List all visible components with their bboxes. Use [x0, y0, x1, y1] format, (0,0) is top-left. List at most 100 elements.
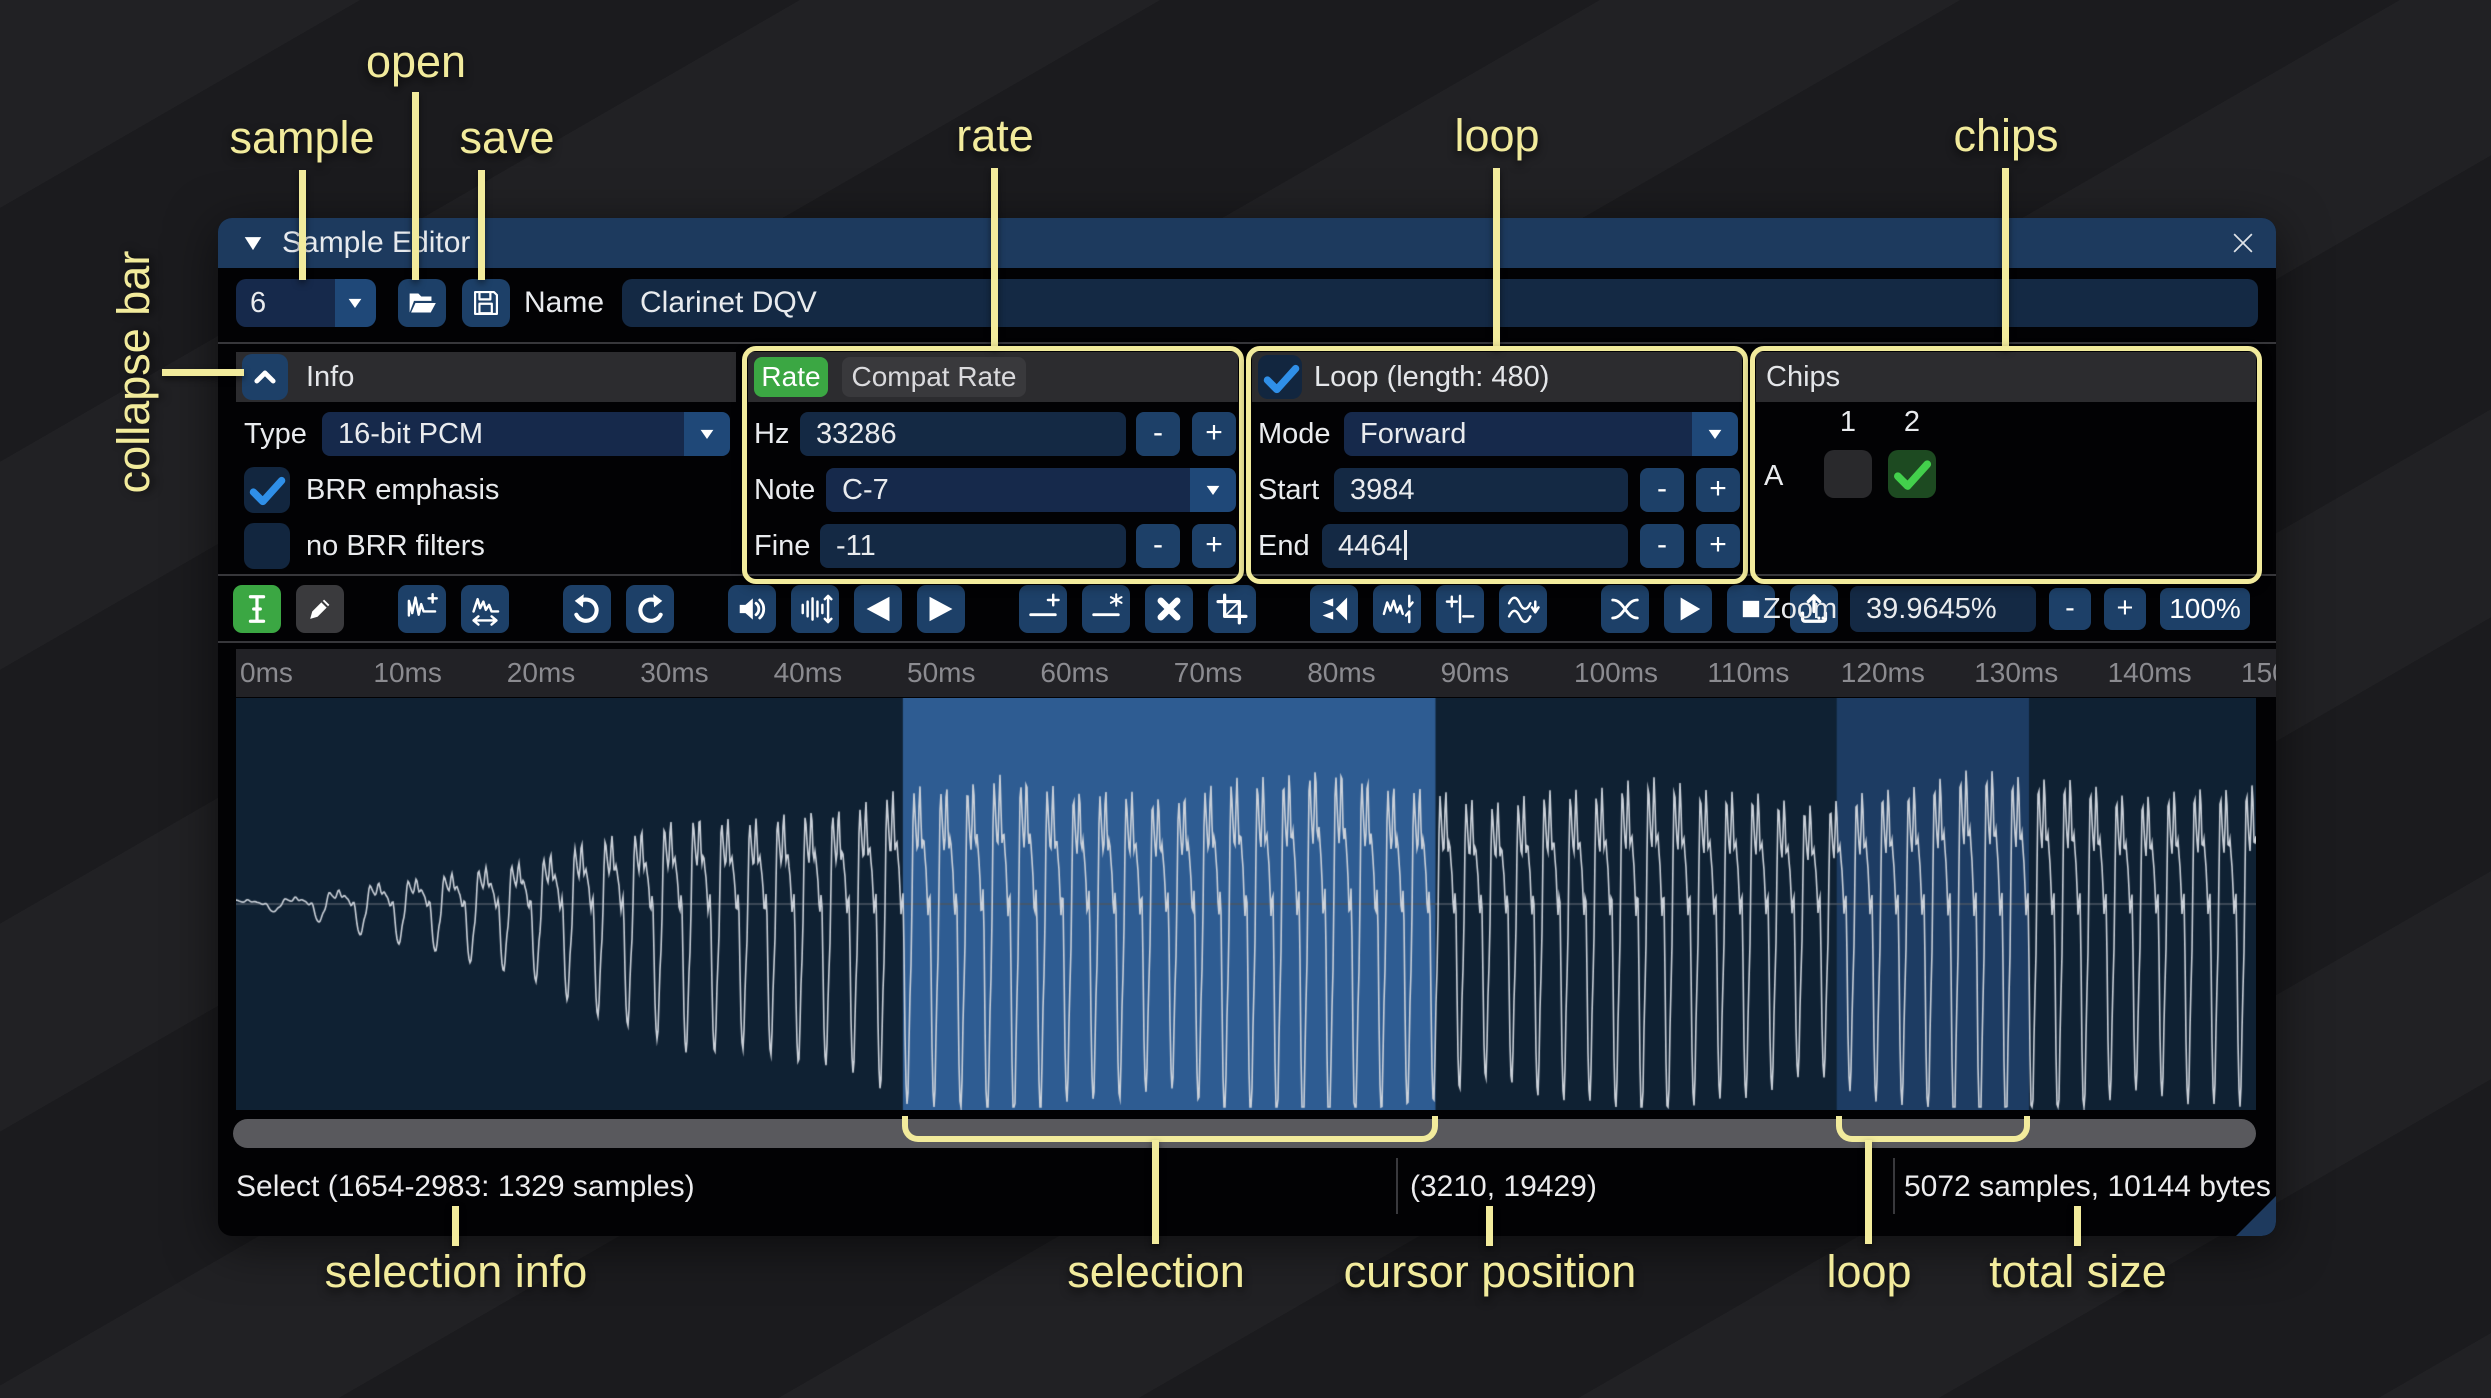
folder-open-icon — [406, 287, 438, 319]
toolbar-filter-button[interactable] — [1499, 585, 1547, 633]
window-collapse-triangle-icon[interactable] — [240, 230, 266, 256]
separator — [218, 342, 2276, 344]
chevron-down-icon — [345, 293, 365, 313]
wave-plus-icon — [404, 591, 440, 627]
toolbar-resize-button[interactable] — [398, 585, 446, 633]
crossfade-icon — [1607, 591, 1643, 627]
hz-input[interactable]: 33286 — [800, 412, 1126, 456]
toolbar-amplify-button[interactable] — [728, 585, 776, 633]
sample-type-select[interactable]: 16-bit PCM — [322, 412, 730, 456]
note-value: C-7 — [826, 468, 1190, 512]
undo-icon — [569, 591, 605, 627]
loop-start-increment-button[interactable]: + — [1696, 468, 1740, 512]
ruler-label: 10ms — [373, 657, 442, 688]
wave-height-icon — [797, 591, 833, 627]
loop-end-increment-button[interactable]: + — [1696, 524, 1740, 568]
name-label: Name — [524, 286, 605, 319]
loop-mode-value: Forward — [1344, 412, 1692, 456]
loop-panel-header: Loop (length: 480) — [1252, 352, 1742, 402]
annotation-open: open — [365, 36, 467, 87]
toolbar-draw-button[interactable] — [296, 585, 344, 633]
check-icon — [1888, 450, 1936, 498]
fine-label: Fine — [754, 530, 811, 562]
sample-editor-window: Sample Editor 6 Name Clarinet DQV Info T… — [218, 218, 2276, 1236]
collapse-bar-button[interactable] — [242, 354, 288, 400]
mode-label: Mode — [1258, 418, 1331, 450]
toolbar-normalize-button[interactable] — [791, 585, 839, 633]
loop-mode-select[interactable]: Forward — [1344, 412, 1738, 456]
play-icon — [1670, 591, 1706, 627]
chip-column-label: 2 — [1903, 406, 1921, 438]
loop-end-decrement-button[interactable]: - — [1640, 524, 1684, 568]
tab-rate[interactable]: Rate — [754, 357, 828, 397]
ruler-label: 70ms — [1173, 657, 1243, 688]
annotation-rate: rate — [956, 110, 1034, 161]
no-brr-filters-checkbox[interactable] — [244, 523, 290, 569]
toolbar-select-button[interactable] — [233, 585, 281, 633]
toolbar-insert-silence-button[interactable] — [1019, 585, 1067, 633]
zoom-out-button[interactable]: - — [2049, 588, 2091, 630]
rate-panel-header: Rate Compat Rate — [748, 352, 1238, 402]
trim-icon — [1214, 591, 1250, 627]
waveform-canvas[interactable] — [236, 698, 2256, 1110]
zoom-label: Zoom — [1763, 593, 1838, 625]
toolbar-fade-in-button[interactable] — [854, 585, 902, 633]
toolbar-preview-button[interactable] — [1664, 585, 1712, 633]
toolbar-crossfade-loop-button[interactable] — [1601, 585, 1649, 633]
tab-compat-rate[interactable]: Compat Rate — [842, 357, 1026, 397]
chip-enable-checkbox[interactable] — [1824, 450, 1872, 498]
loop-end-input[interactable]: 4464 — [1322, 524, 1628, 568]
zoom-in-button[interactable]: + — [2104, 588, 2146, 630]
toolbar-delete-button[interactable] — [1145, 585, 1193, 633]
fine-input[interactable]: -11 — [820, 524, 1126, 568]
zoom-input[interactable]: 39.9645% — [1850, 586, 2036, 632]
waveform-display[interactable] — [236, 698, 2256, 1110]
sample-number-select[interactable]: 6 — [236, 279, 376, 327]
toolbar-invert-button[interactable] — [1373, 585, 1421, 633]
ruler-label: 150ms — [2241, 657, 2276, 688]
loop-start-decrement-button[interactable]: - — [1640, 468, 1684, 512]
fade-in-icon — [860, 591, 896, 627]
horizontal-scrollbar[interactable] — [233, 1119, 2256, 1148]
toolbar-undo-button[interactable] — [563, 585, 611, 633]
pencil-icon — [302, 591, 338, 627]
ruler-label: 110ms — [1707, 657, 1790, 688]
fade-out-icon — [923, 591, 959, 627]
toolbar-apply-silence-button[interactable] — [1082, 585, 1130, 633]
toolbar-reverse-button[interactable] — [1310, 585, 1358, 633]
toolbar-fade-out-button[interactable] — [917, 585, 965, 633]
check-icon — [1258, 355, 1304, 401]
annotation-save: save — [459, 112, 555, 163]
ruler-label: 80ms — [1307, 657, 1376, 688]
note-select[interactable]: C-7 — [826, 468, 1236, 512]
timeline-ruler[interactable]: 0ms 10ms 20ms 30ms 40ms 50ms 60ms 70ms 80ms 90ms 1… — [236, 649, 2276, 697]
open-sample-button[interactable] — [398, 279, 446, 327]
text-cursor — [1403, 530, 1407, 560]
titlebar[interactable]: Sample Editor — [218, 218, 2276, 268]
sample-number-value: 6 — [236, 279, 335, 327]
ruler-label: 20ms — [506, 657, 576, 688]
toolbar-trim-button[interactable] — [1208, 585, 1256, 633]
zoom-reset-button[interactable]: 100% — [2160, 588, 2250, 630]
fine-increment-button[interactable]: + — [1192, 524, 1236, 568]
brr-emphasis-checkbox[interactable] — [244, 467, 290, 513]
fine-decrement-button[interactable]: - — [1136, 524, 1180, 568]
hz-decrement-button[interactable]: - — [1136, 412, 1180, 456]
sample-number-dropdown-arrow[interactable] — [334, 279, 376, 327]
ruler-label: 0ms — [240, 657, 293, 688]
close-icon[interactable] — [2228, 228, 2258, 258]
save-sample-button[interactable] — [462, 279, 510, 327]
loop-start-label: Start — [1258, 474, 1320, 506]
ruler-label: 90ms — [1440, 657, 1510, 688]
chip-enable-checkbox[interactable] — [1888, 450, 1936, 498]
toolbar-redo-button[interactable] — [626, 585, 674, 633]
annotation-collapse-bar: collapse bar — [108, 250, 159, 494]
toolbar-sign-button[interactable] — [1436, 585, 1484, 633]
loop-enable-checkbox[interactable] — [1258, 355, 1302, 399]
status-separator — [1893, 1158, 1895, 1214]
hz-increment-button[interactable]: + — [1192, 412, 1236, 456]
loop-start-input[interactable]: 3984 — [1334, 468, 1628, 512]
chevron-down-icon — [1705, 424, 1725, 444]
toolbar-resample-button[interactable] — [461, 585, 509, 633]
sample-name-input[interactable]: Clarinet DQV — [622, 279, 2258, 327]
